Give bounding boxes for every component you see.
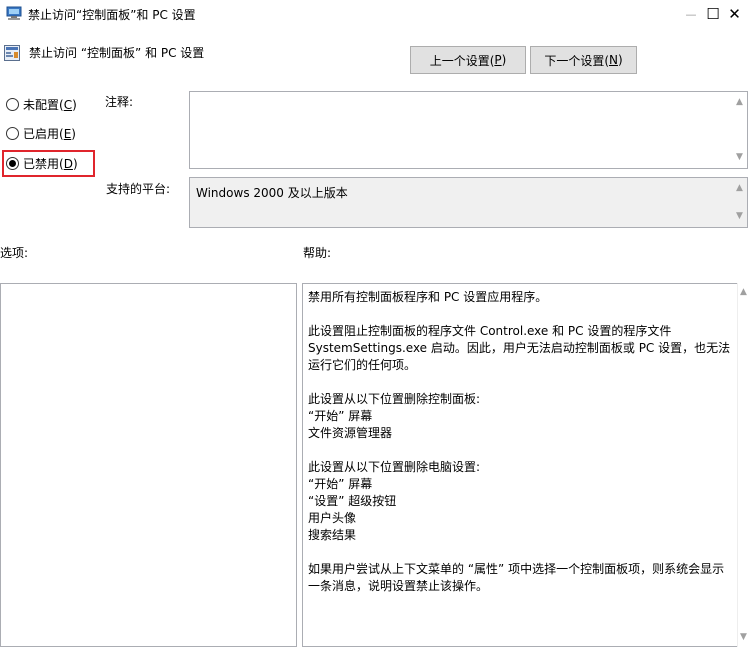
help-line: “开始” 屏幕 bbox=[308, 477, 373, 491]
window-title: 禁止访问“控制面板”和 PC 设置 bbox=[28, 8, 196, 22]
radio-not-configured[interactable]: 未配置(C) bbox=[6, 96, 77, 113]
help-line: 用户头像 bbox=[308, 511, 357, 525]
radio-circle-icon bbox=[6, 98, 19, 111]
comment-textarea[interactable]: ▲ ▼ bbox=[189, 91, 748, 169]
previous-setting-paren: ) bbox=[501, 53, 507, 67]
help-scrollbar[interactable]: ▲ ▼ bbox=[737, 283, 749, 647]
radio-enabled-paren: ) bbox=[71, 126, 76, 141]
help-line: “设置” 超级按钮 bbox=[308, 494, 397, 508]
previous-setting-label: 上一个设置( bbox=[429, 53, 495, 68]
help-text: 禁用所有控制面板程序和 PC 设置应用程序。 此设置阻止控制面板的程序文件 Co… bbox=[308, 289, 735, 595]
help-paragraph: 此设置阻止控制面板的程序文件 Control.exe 和 PC 设置的程序文件 … bbox=[308, 323, 735, 374]
help-line: 此设置阻止控制面板的程序文件 Control.exe 和 PC 设置的程序文件 … bbox=[308, 324, 731, 372]
help-paragraph: 此设置从以下位置删除控制面板: “开始” 屏幕 文件资源管理器 bbox=[308, 391, 735, 442]
next-setting-paren: ) bbox=[617, 53, 623, 67]
scroll-down-icon[interactable]: ▼ bbox=[735, 212, 744, 221]
previous-setting-accesskey: P bbox=[494, 53, 502, 67]
scroll-up-icon[interactable]: ▲ bbox=[735, 184, 744, 193]
scroll-down-icon[interactable]: ▼ bbox=[739, 633, 748, 642]
title-bar: 禁止访问“控制面板”和 PC 设置 — ☐ ✕ bbox=[0, 0, 749, 28]
platform-value: Windows 2000 及以上版本 bbox=[196, 186, 348, 200]
platform-field: Windows 2000 及以上版本 ▲ ▼ bbox=[189, 177, 748, 228]
setting-title: 禁止访问 “控制面板” 和 PC 设置 bbox=[29, 46, 205, 60]
policy-app-icon bbox=[6, 6, 22, 20]
help-line: 此设置从以下位置删除电脑设置: bbox=[308, 460, 481, 474]
help-line: 搜索结果 bbox=[308, 528, 357, 542]
radio-not-configured-label: 未配置( bbox=[23, 98, 64, 112]
options-panel bbox=[0, 283, 297, 647]
close-button[interactable]: ✕ bbox=[720, 0, 749, 28]
radio-enabled[interactable]: 已启用(E) bbox=[6, 125, 76, 142]
help-line: “开始” 屏幕 bbox=[308, 409, 373, 423]
next-setting-button[interactable]: 下一个设置(N) bbox=[530, 46, 637, 74]
scroll-up-icon[interactable]: ▲ bbox=[735, 98, 744, 107]
scroll-up-icon[interactable]: ▲ bbox=[739, 288, 748, 297]
platform-label: 支持的平台: bbox=[106, 182, 171, 196]
next-setting-label: 下一个设置( bbox=[544, 53, 609, 68]
radio-not-configured-paren: ) bbox=[72, 97, 77, 112]
radio-circle-icon bbox=[6, 127, 19, 140]
help-line: 此设置从以下位置删除控制面板: bbox=[308, 392, 481, 406]
comment-label: 注释: bbox=[105, 95, 134, 109]
help-label: 帮助: bbox=[303, 246, 332, 260]
selection-highlight bbox=[2, 150, 95, 177]
help-paragraph: 如果用户尝试从上下文菜单的 “属性” 项中选择一个控制面板项，则系统会显示一条消… bbox=[308, 561, 735, 595]
radio-enabled-accesskey: E bbox=[63, 126, 72, 141]
help-panel: 禁用所有控制面板程序和 PC 设置应用程序。 此设置阻止控制面板的程序文件 Co… bbox=[302, 283, 737, 647]
next-setting-accesskey: N bbox=[609, 53, 618, 67]
options-label: 选项: bbox=[0, 246, 29, 260]
help-paragraph: 禁用所有控制面板程序和 PC 设置应用程序。 bbox=[308, 289, 735, 306]
maximize-icon: ☐ bbox=[706, 5, 720, 23]
scroll-down-icon[interactable]: ▼ bbox=[735, 153, 744, 162]
radio-enabled-label: 已启用( bbox=[23, 127, 64, 141]
close-icon: ✕ bbox=[728, 5, 741, 23]
radio-not-configured-accesskey: C bbox=[63, 97, 73, 112]
policy-setting-icon bbox=[4, 45, 20, 61]
help-line: 禁用所有控制面板程序和 PC 设置应用程序。 bbox=[308, 290, 548, 304]
help-line: 如果用户尝试从上下文菜单的 “属性” 项中选择一个控制面板项，则系统会显示一条消… bbox=[308, 562, 725, 593]
help-line: 文件资源管理器 bbox=[308, 426, 393, 440]
help-paragraph: 此设置从以下位置删除电脑设置: “开始” 屏幕 “设置” 超级按钮 用户头像 搜… bbox=[308, 459, 735, 544]
previous-setting-button[interactable]: 上一个设置(P) bbox=[410, 46, 526, 74]
